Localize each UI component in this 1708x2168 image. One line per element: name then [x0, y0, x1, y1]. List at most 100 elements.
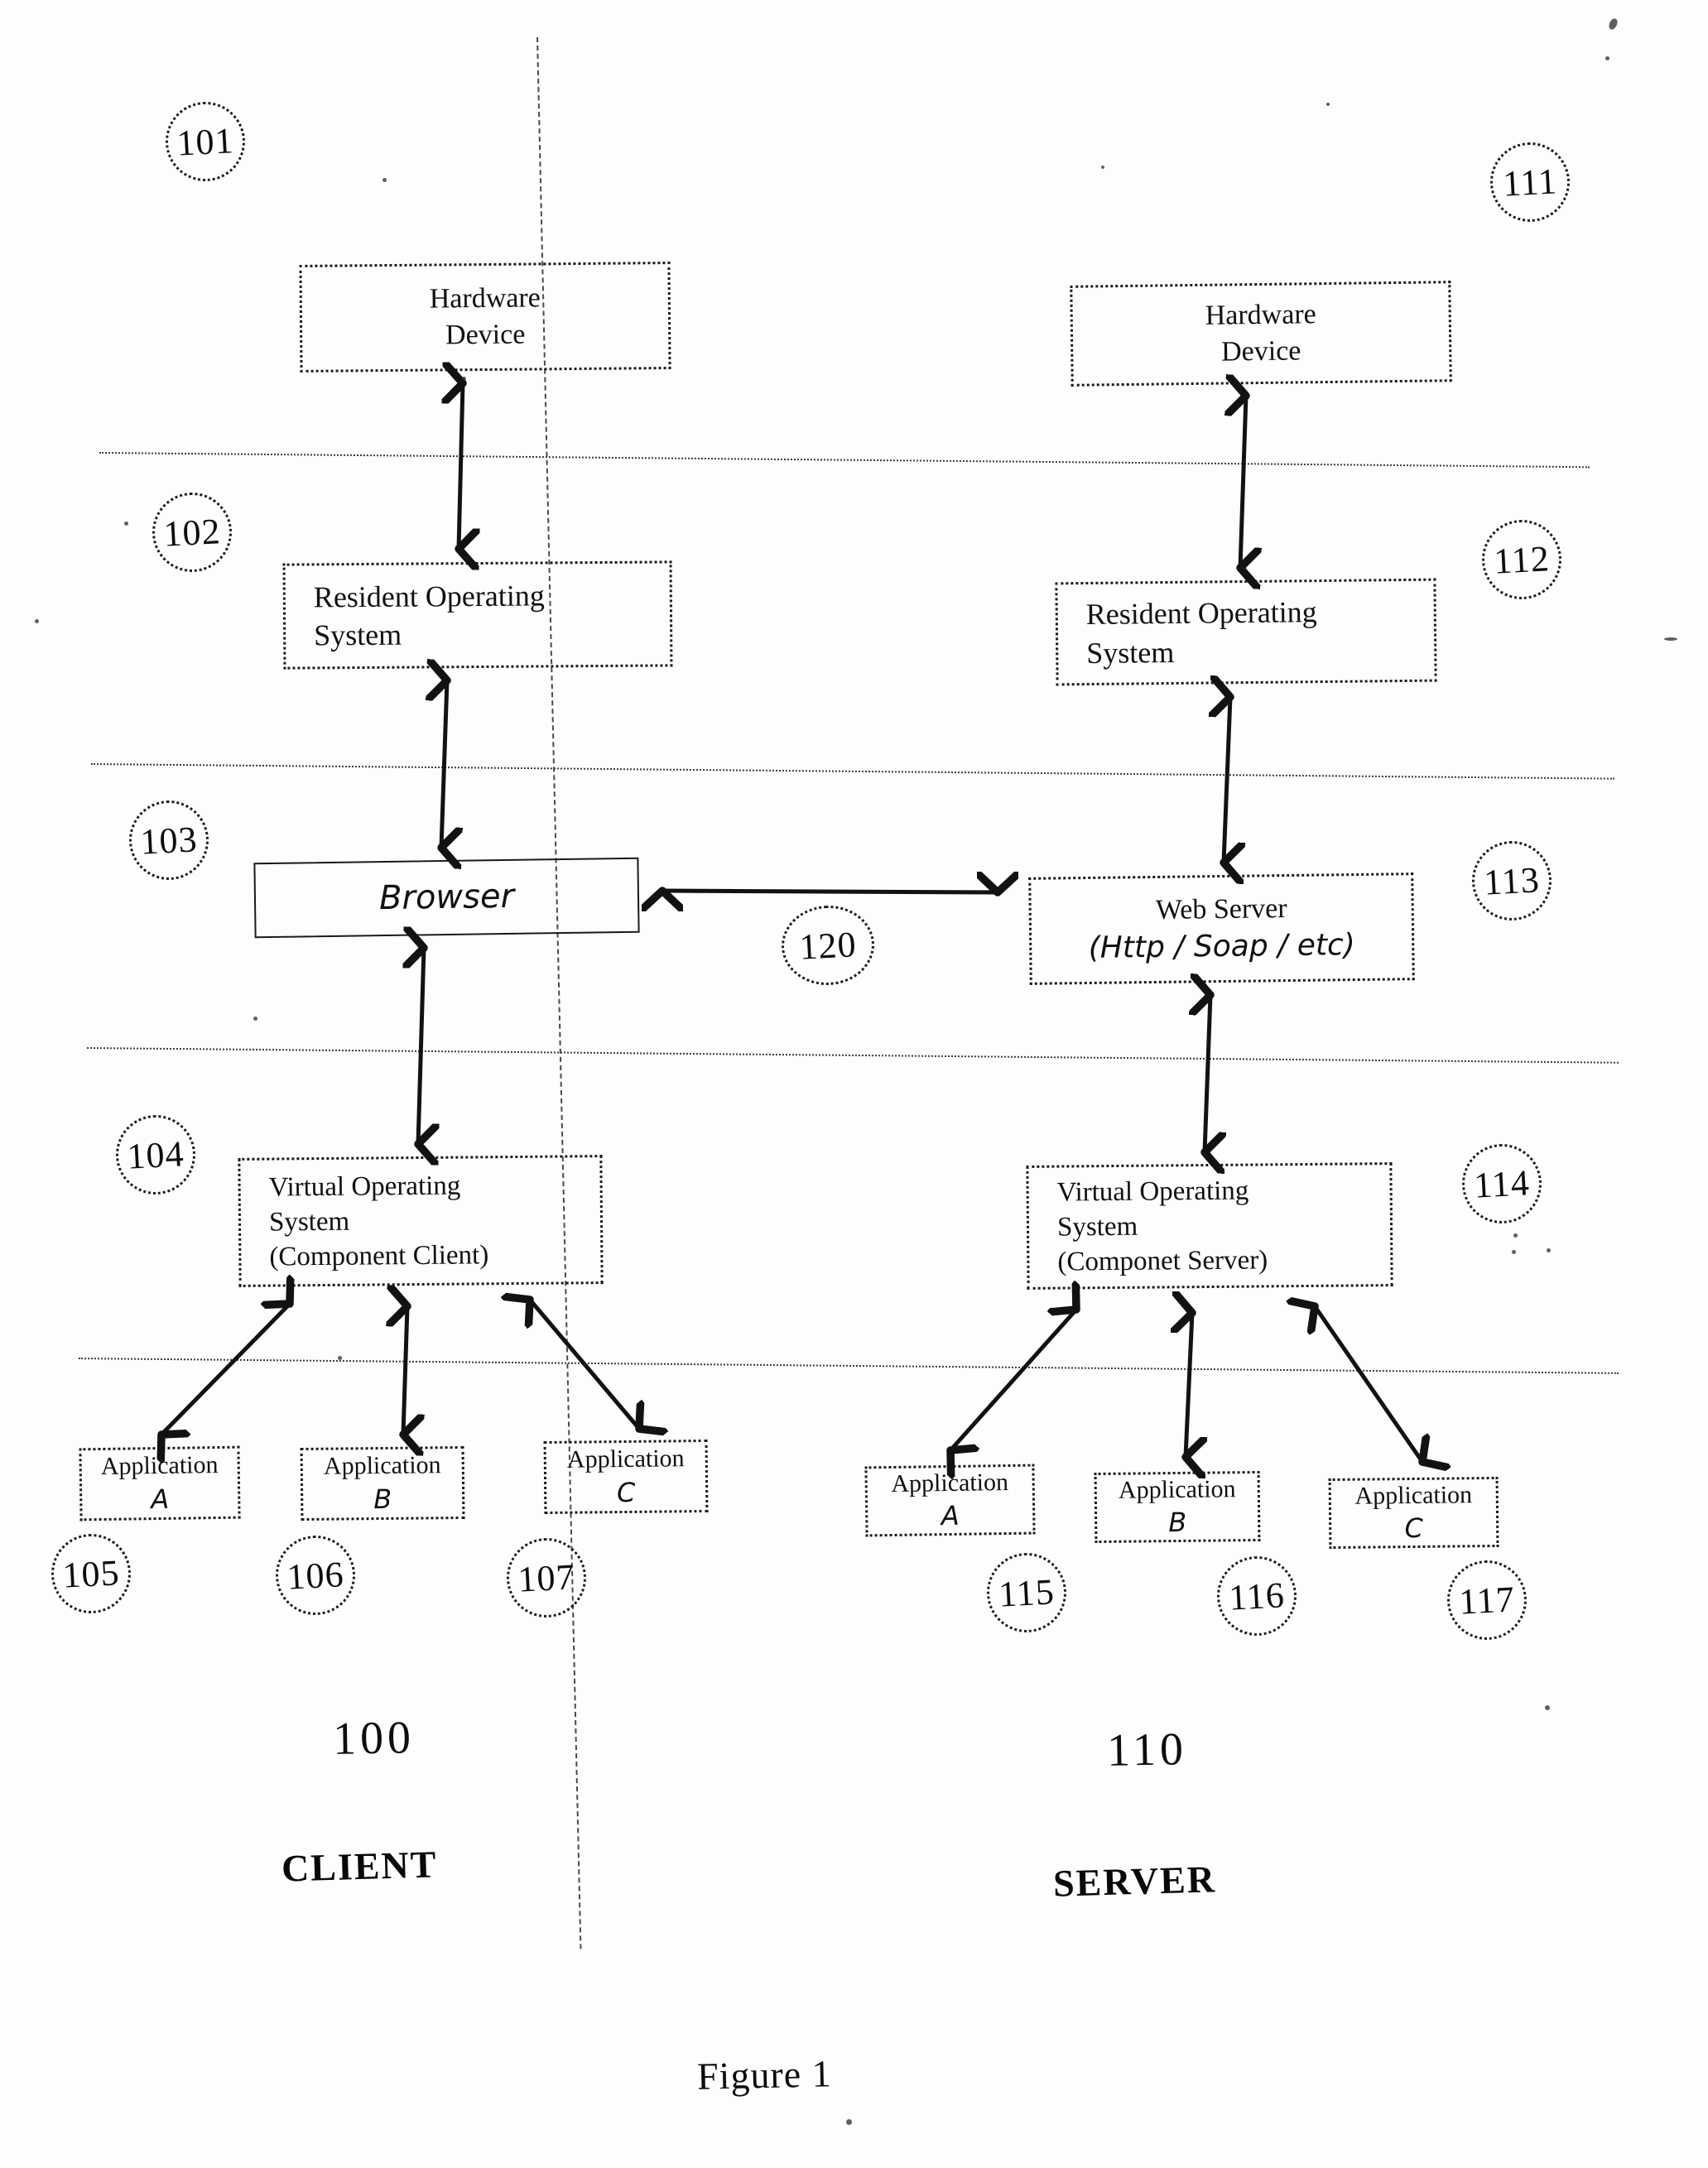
- client-application-a-label: Application: [100, 1451, 219, 1481]
- arrow-client-browser-to-vos: [418, 948, 424, 1144]
- client-browser-box: Browser: [253, 857, 640, 939]
- scan-speck: [1605, 56, 1609, 60]
- ref-bubble-113: 113: [1470, 839, 1554, 923]
- client-application-c-letter: C: [616, 1476, 636, 1508]
- server-caption: SERVER: [1052, 1857, 1216, 1905]
- client-resident-os-box: Resident Operating System: [282, 560, 673, 670]
- ref-label-114: 114: [1473, 1161, 1531, 1206]
- ref-label-106: 106: [286, 1553, 345, 1598]
- scan-speck: [1512, 1250, 1516, 1254]
- server-application-c-box: Application C: [1328, 1476, 1499, 1550]
- ref-bubble-101: 101: [163, 99, 248, 184]
- figure-caption: Figure 1: [696, 2051, 832, 2098]
- arrow-browser-to-webserver-link: [662, 891, 998, 892]
- server-virtual-os-line3: (Componet Server): [1057, 1245, 1268, 1277]
- ref-label-103: 103: [139, 818, 199, 863]
- client-application-c-box: Application C: [543, 1439, 709, 1515]
- ref-label-115: 115: [998, 1570, 1056, 1615]
- ref-label-113: 113: [1483, 858, 1541, 903]
- server-caption-label: SERVER: [1052, 1858, 1217, 1905]
- layer-divider-resident-os: [90, 763, 1614, 780]
- ref-bubble-106: 106: [273, 1533, 358, 1618]
- server-resident-os-line2: System: [1086, 635, 1175, 670]
- server-web-server-line2: (Http / Soap / etc): [1088, 927, 1356, 965]
- arrow-server-vos-to-app-c: [1315, 1306, 1422, 1462]
- server-resident-os-line1: Resident Operating: [1085, 595, 1317, 632]
- scan-speck: [382, 178, 387, 182]
- connector-arrows: [0, 0, 1708, 2168]
- arrow-client-vos-to-app-a: [161, 1304, 290, 1435]
- scan-speck: [1513, 1233, 1518, 1238]
- server-application-b-label: Application: [1118, 1475, 1236, 1504]
- ref-bubble-112: 112: [1479, 517, 1564, 602]
- ref-label-102: 102: [162, 510, 222, 555]
- layer-divider-hardware: [99, 452, 1590, 469]
- ref-label-107: 107: [517, 1555, 576, 1600]
- server-application-a-label: Application: [891, 1468, 1009, 1497]
- client-application-a-box: Application A: [79, 1445, 241, 1521]
- arrow-server-ros-to-webserver: [1224, 697, 1230, 863]
- client-resident-os-line1: Resident Operating: [313, 579, 545, 614]
- scan-speck: [1326, 103, 1330, 106]
- arrow-client-hw-to-ros: [459, 383, 463, 549]
- scan-speck: [338, 1356, 342, 1360]
- layer-divider-browser: [86, 1047, 1619, 1064]
- server-web-server-line1: Web Server: [1155, 893, 1287, 926]
- server-application-c-letter: C: [1404, 1512, 1424, 1545]
- server-virtual-os-line1: Virtual Operating: [1056, 1175, 1249, 1208]
- ref-bubble-115: 115: [984, 1550, 1069, 1635]
- client-hardware-device-box: Hardware Device: [299, 262, 671, 373]
- client-application-a-letter: A: [151, 1483, 170, 1515]
- server-application-a-letter: A: [941, 1500, 960, 1532]
- scan-speck: [253, 1017, 257, 1021]
- scan-speck: [1664, 637, 1677, 641]
- arrow-server-vos-to-app-a: [950, 1310, 1076, 1450]
- scan-speck: [1101, 166, 1104, 169]
- client-virtual-os-line1: Virtual Operating: [268, 1171, 461, 1203]
- server-web-server-box: Web Server (Http / Soap / etc): [1028, 872, 1415, 985]
- client-virtual-os-box: Virtual Operating System (Component Clie…: [238, 1155, 604, 1287]
- server-system-number: 110: [1106, 1723, 1187, 1777]
- ref-bubble-116: 116: [1215, 1554, 1299, 1638]
- arrow-client-vos-to-app-b: [403, 1306, 407, 1435]
- server-hardware-line1: Hardware: [1205, 299, 1316, 332]
- scan-speck: [1607, 17, 1619, 31]
- arrow-server-webserver-to-vos: [1205, 995, 1210, 1152]
- server-resident-os-box: Resident Operating System: [1055, 578, 1437, 686]
- patent-figure-page: Hardware Device Resident Operating Syste…: [0, 0, 1708, 2168]
- ref-bubble-120: 120: [779, 903, 877, 988]
- ref-label-112: 112: [1493, 537, 1551, 582]
- ref-bubble-111: 111: [1488, 140, 1572, 224]
- ref-label-116: 116: [1228, 1574, 1286, 1618]
- server-virtual-os-box: Virtual Operating System (Componet Serve…: [1026, 1162, 1393, 1290]
- client-system-number-label: 100: [332, 1712, 416, 1765]
- ref-label-117: 117: [1458, 1578, 1516, 1622]
- client-application-b-letter: B: [373, 1483, 392, 1515]
- ref-bubble-103: 103: [127, 798, 211, 882]
- ref-label-104: 104: [126, 1132, 185, 1177]
- client-browser-label: Browser: [378, 877, 515, 918]
- ref-bubble-105: 105: [49, 1531, 133, 1616]
- ref-bubble-102: 102: [150, 490, 234, 574]
- server-hardware-line2: Device: [1220, 335, 1301, 368]
- server-application-c-label: Application: [1354, 1481, 1473, 1510]
- client-application-c-label: Application: [566, 1445, 685, 1474]
- scan-speck: [1545, 1705, 1550, 1710]
- client-resident-os-line2: System: [314, 618, 402, 652]
- client-virtual-os-line3: (Component Client): [269, 1240, 489, 1272]
- scan-speck: [124, 522, 128, 526]
- ref-label-105: 105: [61, 1551, 121, 1596]
- ref-bubble-107: 107: [504, 1536, 589, 1620]
- ref-label-120: 120: [798, 923, 858, 968]
- ref-bubble-117: 117: [1445, 1558, 1529, 1642]
- client-system-number: 100: [332, 1711, 415, 1766]
- arrow-server-vos-to-app-b: [1186, 1313, 1192, 1457]
- scan-speck: [35, 619, 39, 623]
- server-application-b-box: Application B: [1094, 1470, 1261, 1544]
- ref-bubble-104: 104: [113, 1113, 198, 1197]
- client-caption: CLIENT: [281, 1842, 438, 1890]
- client-virtual-os-line2: System: [268, 1206, 350, 1238]
- server-hardware-device-box: Hardware Device: [1070, 281, 1452, 387]
- client-hardware-line2: Device: [445, 319, 526, 351]
- scan-speck: [462, 377, 466, 381]
